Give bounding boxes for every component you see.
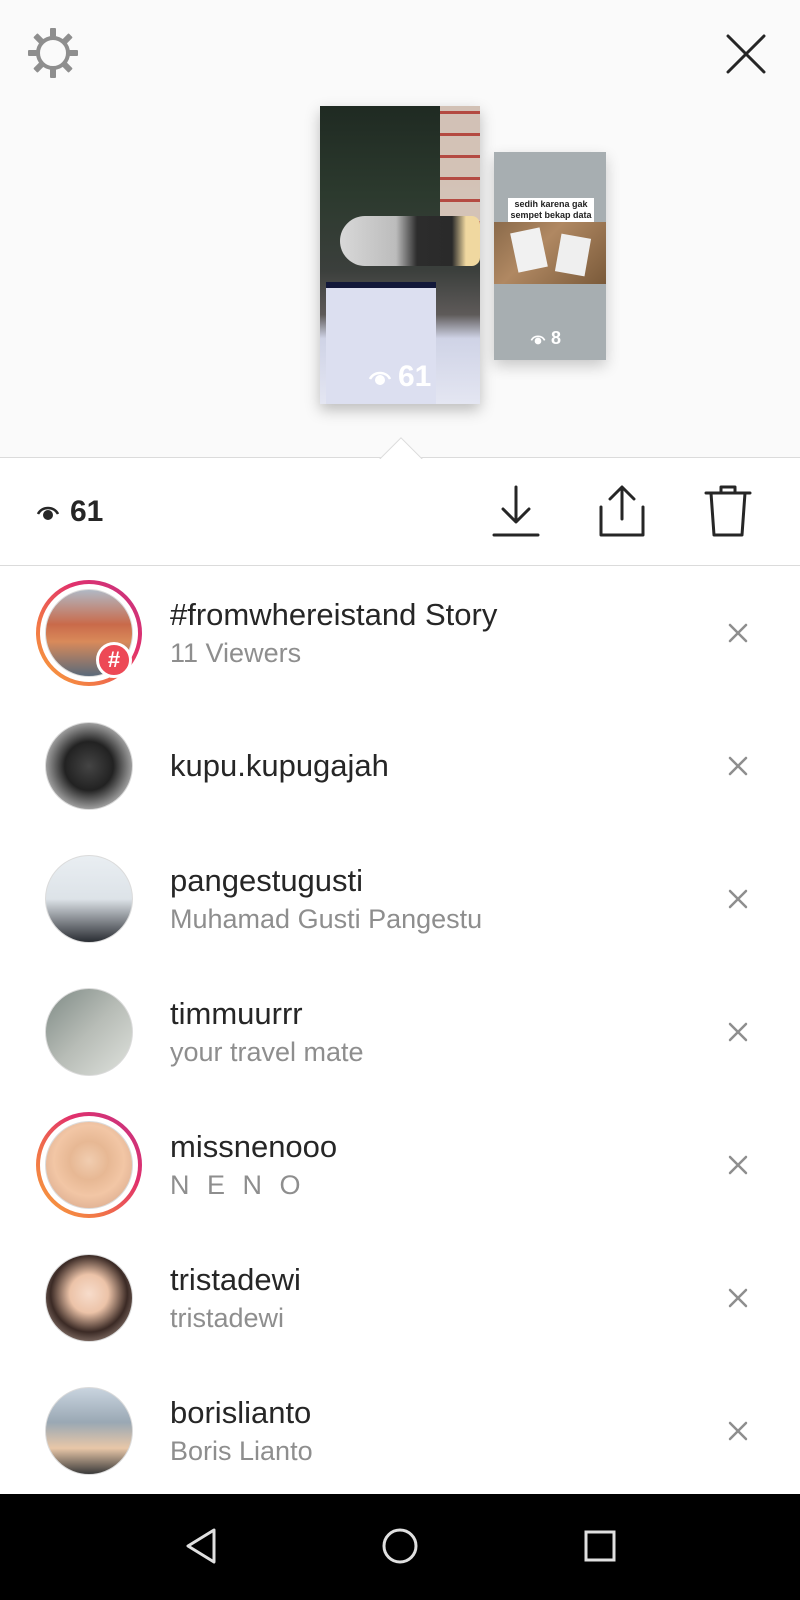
viewer-subtitle: your travel mate — [170, 1036, 364, 1067]
avatar[interactable] — [36, 1245, 142, 1351]
story-caption: sedih karena gak sempet bekap data — [508, 198, 594, 222]
avatar-image — [45, 1386, 133, 1475]
eye-icon — [530, 335, 546, 344]
viewer-row[interactable]: tristadewi tristadewi — [0, 1231, 800, 1364]
viewer-username[interactable]: pangestugusti — [170, 861, 482, 901]
avatar[interactable] — [36, 846, 142, 952]
close-icon — [728, 889, 748, 908]
viewer-row[interactable]: kupu.kupugajah — [0, 699, 800, 832]
viewer-row[interactable]: pangestugusti Muhamad Gusti Pangestu — [0, 832, 800, 965]
download-icon — [492, 485, 540, 537]
viewer-username[interactable]: timmuurrr — [170, 994, 364, 1034]
viewer-subtitle: tristadewi — [170, 1302, 285, 1333]
avatar[interactable] — [36, 979, 142, 1085]
delete-button[interactable] — [698, 479, 758, 543]
viewer-username[interactable]: borislianto — [170, 1393, 313, 1433]
remove-viewer-button[interactable] — [724, 752, 752, 780]
remove-viewer-button[interactable] — [724, 1417, 752, 1445]
home-button[interactable] — [376, 1522, 424, 1570]
story-toolbar: 61 — [0, 459, 800, 566]
gear-icon[interactable] — [26, 26, 80, 80]
avatar[interactable]: # — [36, 579, 142, 686]
hashtag-icon: # — [96, 641, 132, 678]
eye-icon — [368, 371, 392, 385]
selection-pointer — [374, 432, 426, 459]
trash-icon — [704, 485, 752, 537]
story-person-detail — [340, 216, 480, 266]
close-icon — [728, 756, 748, 775]
viewer-username[interactable]: #fromwhereistand Story — [170, 595, 497, 635]
close-icon — [728, 1155, 748, 1174]
avatar-image — [45, 1120, 133, 1209]
story-main-view-count: 61 — [398, 360, 432, 393]
view-count-value: 61 — [70, 495, 104, 528]
download-button[interactable] — [486, 479, 546, 543]
story-photo-detail — [494, 222, 606, 284]
close-icon[interactable] — [722, 30, 770, 78]
system-navigation-bar — [0, 1494, 800, 1600]
remove-viewer-button[interactable] — [724, 1018, 752, 1046]
viewer-subtitle: 11 Viewers — [170, 637, 302, 668]
eye-icon — [36, 506, 60, 520]
viewer-row[interactable]: timmuurrr your travel mate — [0, 965, 800, 1098]
viewer-username[interactable]: kupu.kupugajah — [170, 746, 389, 786]
home-circle-icon — [382, 1528, 418, 1564]
viewer-subtitle: Boris Lianto — [170, 1435, 313, 1466]
view-count: 61 — [36, 495, 103, 529]
remove-viewer-button[interactable] — [724, 1284, 752, 1312]
back-triangle-icon — [186, 1528, 216, 1564]
remove-viewer-button[interactable] — [724, 1151, 752, 1179]
viewer-subtitle: Muhamad Gusti Pangestu — [170, 903, 483, 934]
viewer-subtitle: N E N O — [170, 1169, 306, 1200]
avatar[interactable] — [36, 1111, 142, 1218]
avatar[interactable] — [36, 1378, 142, 1484]
story-second-view-count: 8 — [551, 328, 562, 348]
close-icon — [728, 1288, 748, 1307]
close-icon — [728, 623, 748, 642]
share-icon — [599, 485, 645, 537]
avatar-image — [45, 721, 133, 810]
avatar-image — [45, 854, 133, 943]
story-preview-area: 61 sedih karena gak sempet bekap data 8 — [0, 0, 800, 458]
viewer-username[interactable]: tristadewi — [170, 1260, 301, 1300]
recent-apps-button[interactable] — [576, 1522, 624, 1570]
avatar-image — [45, 1253, 133, 1342]
viewer-list: # #fromwhereistand Story 11 Viewers kupu… — [0, 566, 800, 1494]
viewer-username[interactable]: missnenooo — [170, 1127, 337, 1167]
close-icon — [728, 1421, 748, 1440]
back-button[interactable] — [177, 1522, 225, 1570]
close-icon — [728, 1022, 748, 1041]
viewer-row[interactable]: missnenooo N E N O — [0, 1098, 800, 1231]
share-button[interactable] — [592, 479, 652, 543]
story-second-views: 8 — [530, 328, 561, 349]
story-main-views: 61 — [368, 360, 431, 394]
viewer-row[interactable]: borislianto Boris Lianto — [0, 1364, 800, 1494]
avatar-image — [45, 987, 133, 1076]
remove-viewer-button[interactable] — [724, 885, 752, 913]
remove-viewer-button[interactable] — [724, 619, 752, 647]
avatar[interactable] — [36, 713, 142, 819]
viewer-row-hashtag-story[interactable]: # #fromwhereistand Story 11 Viewers — [0, 566, 800, 699]
square-icon — [584, 1530, 616, 1562]
